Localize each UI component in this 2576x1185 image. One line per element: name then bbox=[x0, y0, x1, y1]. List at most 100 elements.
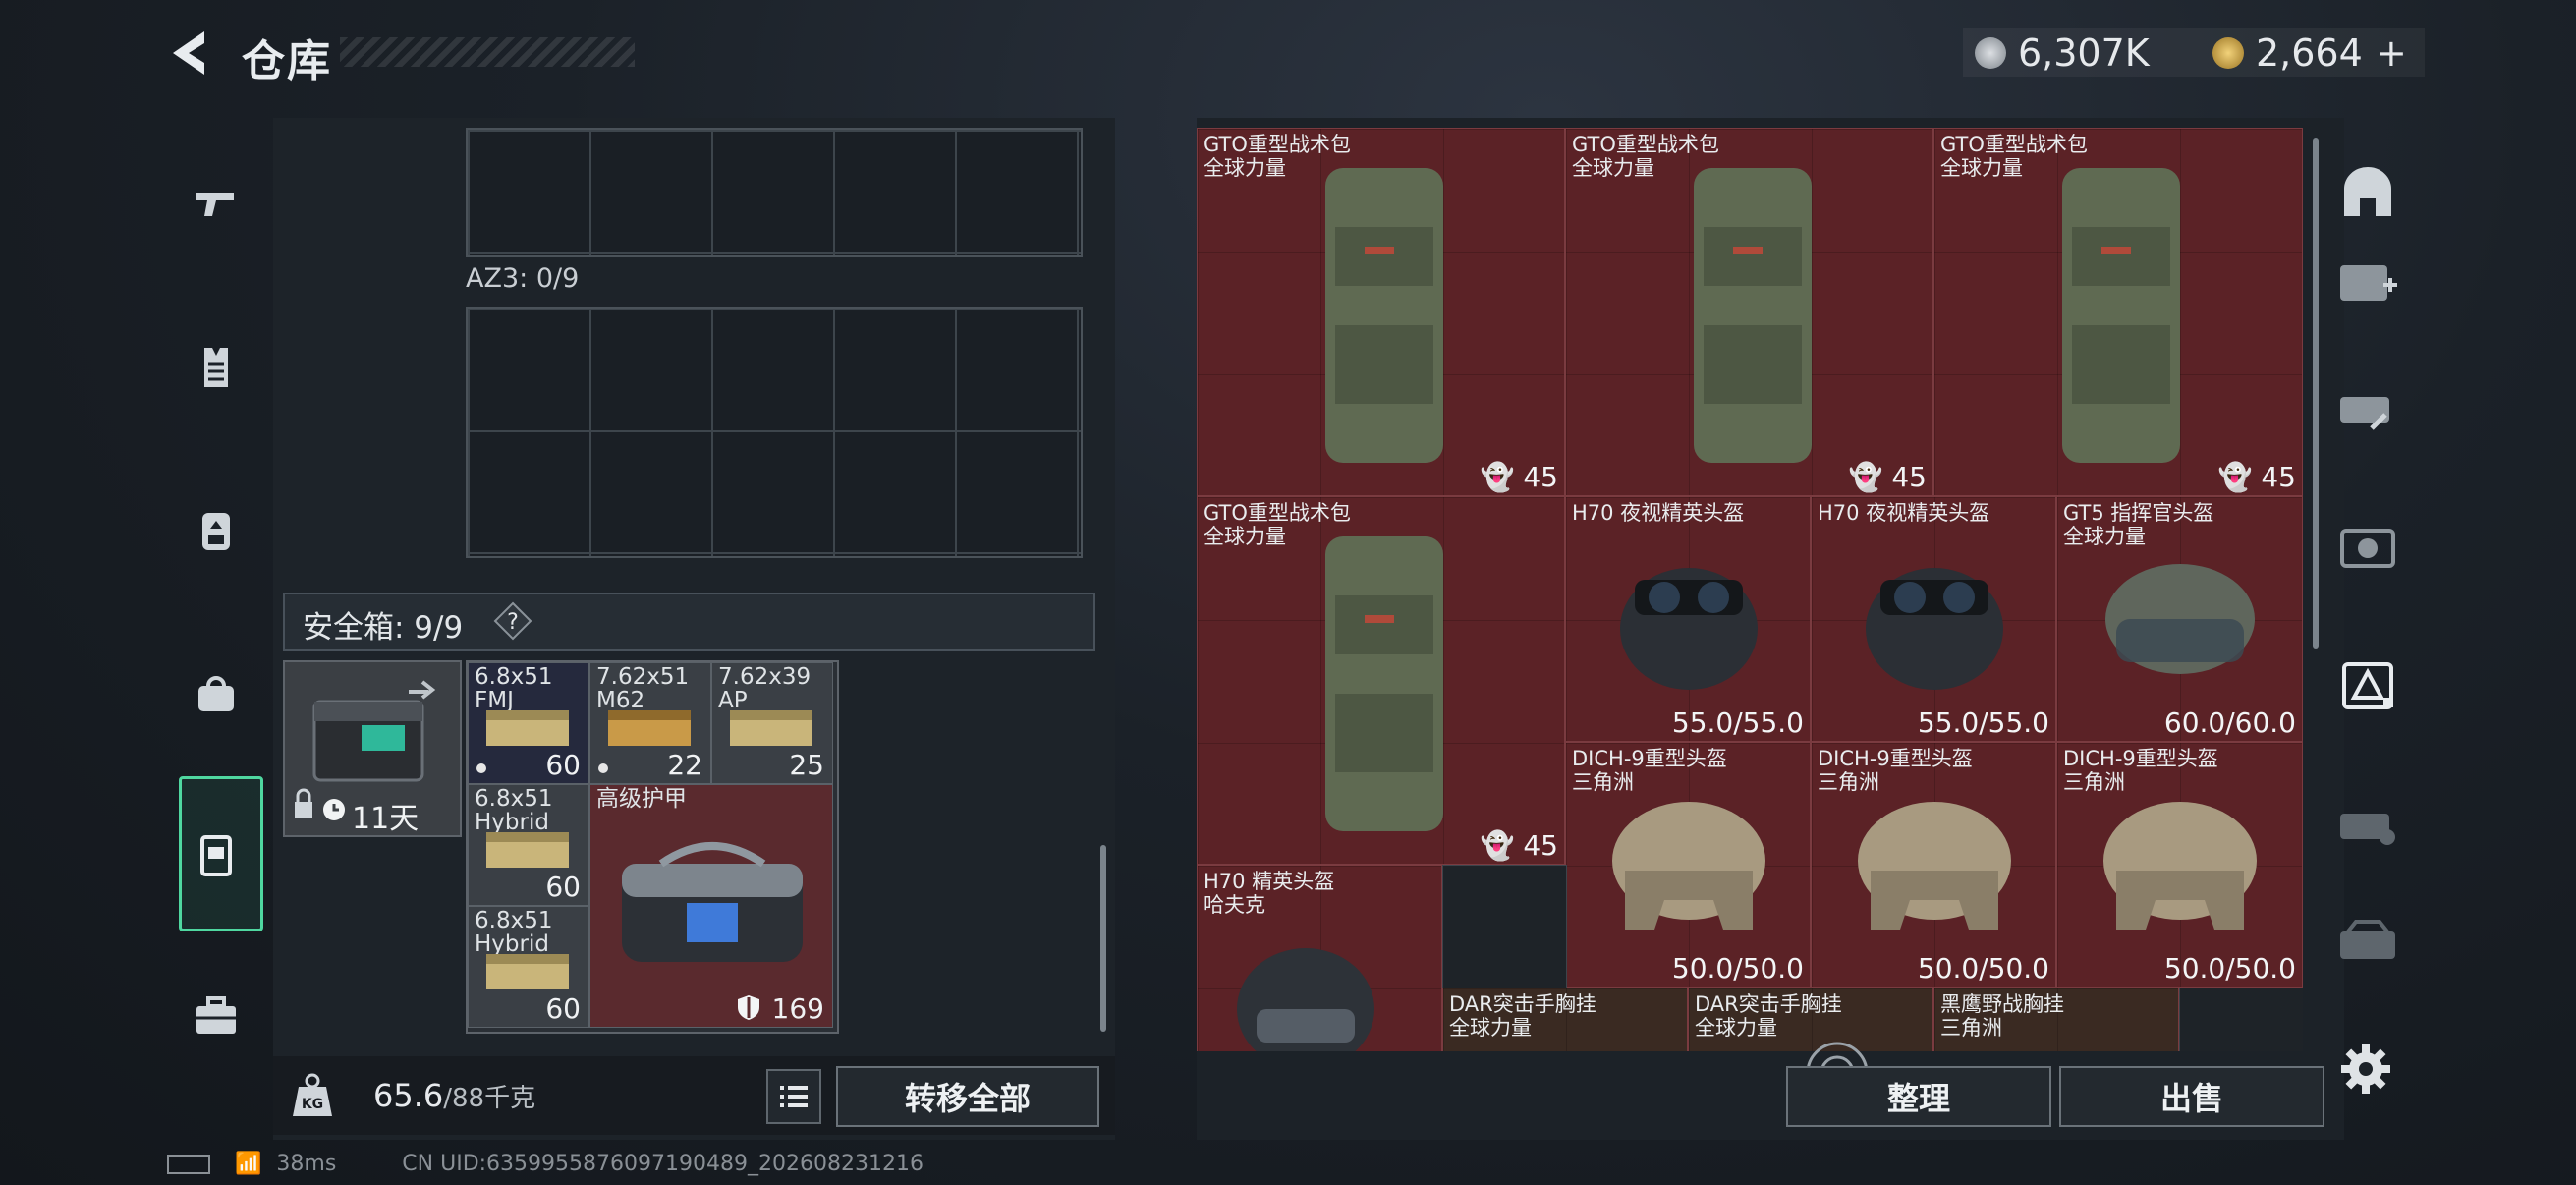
stash-item-chest-rig[interactable]: DAR突击手胸挂 全球力量 bbox=[1442, 988, 1688, 1051]
svg-text:?: ? bbox=[507, 610, 519, 635]
transfer-all-button[interactable]: 转移全部 bbox=[836, 1066, 1099, 1127]
help-button[interactable]: ? bbox=[493, 601, 532, 641]
wifi-icon: 📶 bbox=[235, 1152, 262, 1176]
ammo-item[interactable]: 6.8x51 Hybrid 60 bbox=[468, 906, 589, 1028]
stash-tab-iv-medical[interactable] bbox=[2332, 246, 2403, 316]
category-sidebar bbox=[167, 118, 265, 1100]
list-icon bbox=[780, 1086, 808, 1107]
weight-max: /88千克 bbox=[443, 1084, 536, 1113]
silver-coin-icon bbox=[1975, 37, 2006, 69]
backpack-image bbox=[1325, 168, 1443, 463]
svg-text:KG: KG bbox=[302, 1097, 323, 1112]
safe-box-grid: 6.8x51 FMJ 60 7.62x51 M62 22 7.62x39 AP … bbox=[466, 660, 839, 1034]
ammo-box-icon bbox=[486, 832, 569, 868]
back-arrow-icon bbox=[173, 31, 204, 75]
stash-tab-iv-misc[interactable] bbox=[2332, 904, 2403, 975]
home-icon bbox=[2344, 167, 2391, 216]
stash-item-helmet[interactable]: DICH-9重型头盔 三角洲 50.0/50.0 bbox=[1811, 742, 2056, 988]
shield-icon bbox=[738, 995, 759, 1020]
category-backpack[interactable] bbox=[181, 495, 252, 566]
ammo-indicator-dot bbox=[476, 763, 486, 773]
category-toolbox[interactable] bbox=[181, 981, 252, 1051]
armor-bag-image bbox=[622, 842, 803, 962]
ping-value: 38ms bbox=[276, 1152, 337, 1176]
backpack-scrollbar[interactable] bbox=[1100, 845, 1106, 1032]
ammo-box-icon bbox=[608, 710, 691, 746]
weight-current: 65.6 bbox=[373, 1077, 444, 1114]
stash-item-helmet[interactable]: DICH-9重型头盔 三角洲 50.0/50.0 bbox=[2056, 742, 2303, 988]
safe-box-label: 安全箱: 9/9 bbox=[303, 610, 464, 646]
add-currency-button[interactable]: + bbox=[2376, 31, 2407, 75]
stash-item-helmet[interactable]: DICH-9重型头盔 三角洲 50.0/50.0 bbox=[1565, 742, 1811, 988]
ammo-indicator-dot bbox=[598, 763, 608, 773]
ammo-item[interactable]: 6.8x51 Hybrid 60 bbox=[468, 784, 589, 906]
stash-item-backpack[interactable]: GTO重型战术包 全球力量 👻 45 bbox=[1565, 128, 1933, 496]
stash-grid: GTO重型战术包 全球力量 👻 45 GTO重型战术包 全球力量 👻 45 GT… bbox=[1197, 128, 2303, 1051]
sell-button[interactable]: 出售 bbox=[2059, 1066, 2324, 1127]
stash-item-helmet[interactable]: H70 精英头盔 哈夫克 bbox=[1197, 865, 1442, 1051]
back-button[interactable] bbox=[165, 28, 224, 79]
ammo-item[interactable]: 6.8x51 FMJ 60 bbox=[468, 662, 589, 784]
az3-label: AZ3: 0/9 bbox=[466, 263, 580, 294]
status-bar: 📶 38ms CN UID:6359955876097190489_202608… bbox=[167, 1152, 924, 1176]
category-vest[interactable] bbox=[181, 332, 252, 403]
stash-tab-home[interactable] bbox=[2332, 157, 2403, 228]
stash-item-helmet[interactable]: H70 夜视精英头盔 55.0/55.0 bbox=[1811, 496, 2056, 742]
stash-item-helmet[interactable]: GT5 指挥官头盔 全球力量 60.0/60.0 bbox=[2056, 496, 2303, 742]
capacity-value: 👻 45 bbox=[1480, 829, 1558, 862]
container-grid-top[interactable] bbox=[466, 128, 1083, 257]
stash-tab-gt1-misc[interactable] bbox=[2332, 786, 2403, 857]
bag-icon bbox=[198, 676, 234, 711]
pistol-icon bbox=[196, 193, 234, 216]
stash-item-backpack[interactable]: GTO重型战术包 全球力量 👻 45 bbox=[1197, 128, 1565, 496]
helmet-image bbox=[1866, 568, 2003, 690]
helmet-image bbox=[2105, 564, 2255, 674]
stash-item-chest-rig[interactable]: 黑鹰野战胸挂 三角洲 bbox=[1933, 988, 2179, 1051]
backpack-image bbox=[2062, 168, 2180, 463]
currency-bar: 6,307K 2,664 + bbox=[1963, 28, 2425, 77]
az3-grid[interactable] bbox=[466, 307, 1083, 558]
helmet-image bbox=[1858, 802, 2011, 930]
crate-icon bbox=[2340, 920, 2395, 959]
ammo-item[interactable]: 7.62x51 M62 22 bbox=[589, 662, 711, 784]
settings-button[interactable] bbox=[2338, 1042, 2393, 1097]
silver-amount: 6,307K bbox=[2018, 31, 2150, 75]
safe-box-icon bbox=[200, 835, 232, 876]
category-safe-box[interactable] bbox=[181, 819, 252, 890]
swap-icon bbox=[409, 680, 436, 700]
empty-slot[interactable] bbox=[2179, 988, 2303, 1051]
weight-icon: KG bbox=[285, 1069, 340, 1124]
ammo-box-icon bbox=[486, 710, 569, 746]
safe-box-timer: 11天 bbox=[352, 802, 420, 836]
stash-tab-v-photo[interactable] bbox=[2332, 511, 2403, 582]
stash-item-helmet[interactable]: H70 夜视精英头盔 55.0/55.0 bbox=[1565, 496, 1811, 742]
backpack-image bbox=[1325, 536, 1443, 831]
stash-item-backpack[interactable]: GTO重型战术包 全球力量 👻 45 bbox=[1933, 128, 2303, 496]
category-bag[interactable] bbox=[181, 658, 252, 729]
category-pistol[interactable] bbox=[181, 169, 252, 240]
stash-tab-gt1-warning[interactable] bbox=[2332, 649, 2403, 719]
helmet-image bbox=[1612, 802, 1765, 930]
backpack-image bbox=[1694, 168, 1812, 463]
ammo-box-icon bbox=[730, 710, 812, 746]
box-tool-icon bbox=[2340, 814, 2395, 845]
help-icon: ? bbox=[493, 601, 532, 641]
stash-tab-gt1-weapon[interactable] bbox=[2332, 373, 2403, 444]
helmet-image bbox=[2103, 802, 2257, 930]
backpack-icon bbox=[202, 513, 230, 550]
gold-amount: 2,664 bbox=[2256, 31, 2363, 75]
capacity-value: 👻 45 bbox=[2217, 461, 2296, 493]
list-view-button[interactable] bbox=[766, 1069, 821, 1124]
helmet-image bbox=[1237, 948, 1374, 1051]
safe-box-slot[interactable]: 11天 bbox=[283, 660, 462, 837]
ammo-item[interactable]: 7.62x39 AP 25 bbox=[711, 662, 833, 784]
capacity-value: 👻 45 bbox=[1848, 461, 1927, 493]
sort-button[interactable]: 整理 bbox=[1786, 1066, 2051, 1127]
toolbox-icon bbox=[196, 996, 236, 1034]
armor-item[interactable]: 高级护甲 169 bbox=[589, 784, 833, 1028]
safe-box-header: 安全箱: 9/9 ? bbox=[283, 592, 1095, 651]
stash-item-backpack[interactable]: GTO重型战术包 全球力量 👻 45 bbox=[1197, 496, 1565, 865]
empty-slot[interactable] bbox=[1442, 865, 1567, 989]
stash-category-sidebar bbox=[2319, 118, 2417, 1042]
user-uid: CN UID:6359955876097190489_202608231216 bbox=[402, 1152, 924, 1176]
